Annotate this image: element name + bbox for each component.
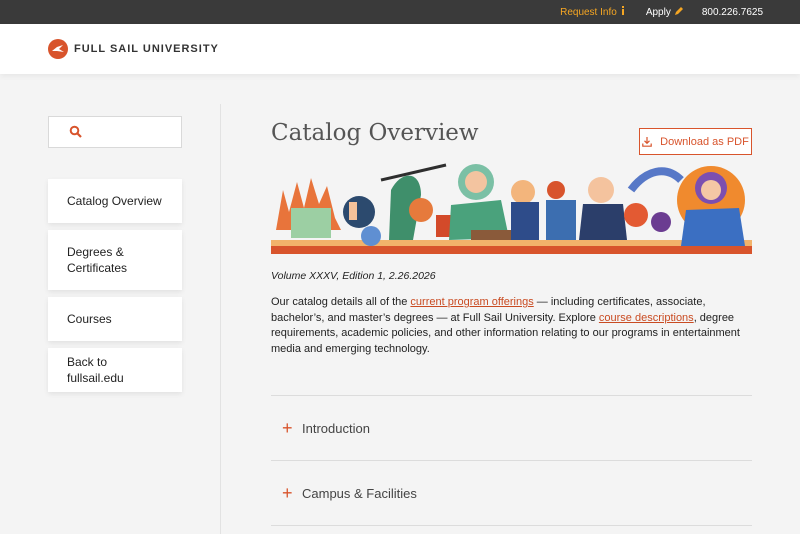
sidebar-item-label: Catalog Overview — [67, 194, 162, 208]
catalog-volume: Volume XXXV, Edition 1, 2.26.2026 — [271, 270, 436, 282]
accordion-introduction[interactable]: + Introduction — [271, 395, 752, 460]
download-pdf-label: Download as PDF — [660, 135, 749, 148]
phone-number[interactable]: 800.226.7625 — [702, 7, 763, 18]
accordion-label: Campus & Facilities — [302, 485, 417, 501]
sidebar-item-degrees-certificates[interactable]: Degrees & Certificates — [48, 230, 182, 290]
logo-mark-icon — [48, 39, 68, 59]
apply-label: Apply — [645, 6, 671, 18]
apply-link[interactable]: Apply — [646, 6, 684, 19]
search-icon — [69, 125, 82, 138]
sidebar-item-label: Back to fullsail.edu — [67, 355, 124, 385]
request-info-label: Request Info — [560, 6, 617, 18]
search-box[interactable] — [48, 116, 182, 148]
download-pdf-button[interactable]: Download as PDF — [639, 128, 752, 155]
utility-bar: Request Info Apply 800.226.7625 — [0, 0, 800, 24]
catalog-intro: Our catalog details all of the current p… — [271, 295, 753, 358]
site-header: FULL SAIL UNIVERSITY — [0, 24, 800, 74]
download-icon — [642, 136, 652, 147]
current-program-offerings-link[interactable]: current program offerings — [410, 296, 533, 308]
sidebar-item-label: Courses — [67, 312, 112, 326]
page-title: Catalog Overview — [271, 120, 479, 146]
accordion-campus-facilities[interactable]: + Campus & Facilities — [271, 460, 752, 525]
sidebar-divider — [220, 104, 221, 534]
intro-text-1: Our catalog details all of the — [271, 296, 411, 308]
request-info-link[interactable]: Request Info — [560, 6, 626, 18]
info-icon — [620, 6, 626, 18]
plus-icon: + — [282, 418, 293, 438]
plus-icon: + — [282, 483, 293, 503]
sidebar-item-courses[interactable]: Courses — [48, 297, 182, 341]
sidebar-item-catalog-overview[interactable]: Catalog Overview — [48, 179, 182, 223]
logo-text: FULL SAIL UNIVERSITY — [74, 43, 219, 55]
catalog-banner-illustration — [271, 160, 752, 254]
sidebar-item-back-to-fullsail[interactable]: Back to fullsail.edu — [48, 348, 182, 392]
accordion-label: Introduction — [302, 420, 370, 436]
full-sail-logo[interactable]: FULL SAIL UNIVERSITY — [48, 39, 219, 59]
course-descriptions-link[interactable]: course descriptions — [599, 312, 694, 324]
accordion-next[interactable] — [271, 525, 752, 534]
pencil-icon — [674, 6, 684, 19]
search-input[interactable] — [87, 121, 177, 143]
sidebar-item-label: Degrees & Certificates — [67, 245, 128, 275]
